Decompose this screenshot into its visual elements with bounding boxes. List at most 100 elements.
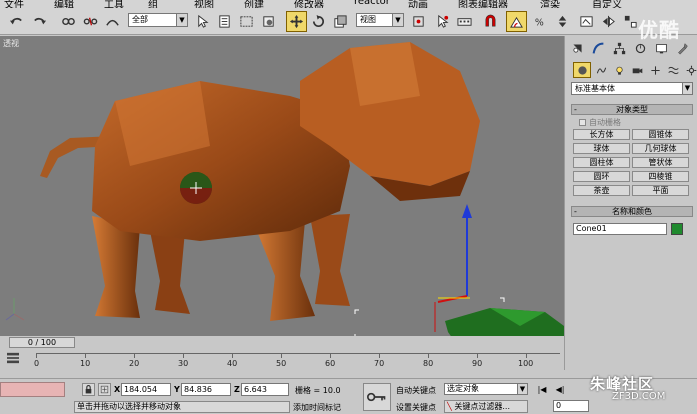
lights-category-icon[interactable]: [610, 62, 628, 78]
hind-leg-front: [150, 231, 190, 314]
bind-space-warp-icon[interactable]: [102, 11, 123, 32]
autogrid-checkbox[interactable]: 自动栅格: [579, 117, 621, 128]
menu-reactor[interactable]: reactor: [354, 0, 390, 7]
go-to-start-icon[interactable]: |◀: [535, 383, 549, 396]
angle-snap-icon[interactable]: [506, 11, 527, 32]
set-key-icon[interactable]: [363, 383, 391, 411]
tick: [379, 353, 380, 358]
create-subcategories: [568, 62, 697, 78]
z-axis-arrow-icon[interactable]: [462, 204, 472, 218]
undo-icon[interactable]: [6, 11, 27, 32]
window-crossing-icon[interactable]: [258, 11, 279, 32]
set-key-button[interactable]: 设置关键点: [396, 402, 436, 413]
tick-label: 70: [374, 359, 385, 368]
cylinder-button[interactable]: 圆柱体: [573, 157, 630, 168]
menu-bar: 文件 编辑 工具 组 视图 创建 修改器 reactor 动画 图表编辑器 渲染…: [0, 0, 697, 8]
tick: [281, 353, 282, 358]
pyramid-button[interactable]: 四棱锥: [632, 171, 689, 182]
create-tab-icon[interactable]: [568, 40, 586, 56]
geometry-type-select[interactable]: 标准基本体 ▼: [571, 82, 693, 95]
object-color-swatch[interactable]: [671, 223, 683, 235]
box-button[interactable]: 长方体: [573, 129, 630, 140]
spacewarps-category-icon[interactable]: [664, 62, 682, 78]
named-selection-icon[interactable]: [576, 11, 597, 32]
torus-button[interactable]: 圆环: [573, 171, 630, 182]
menu-file[interactable]: 文件: [4, 0, 24, 8]
hierarchy-tab-icon[interactable]: [610, 40, 628, 56]
y-coordinate-field[interactable]: 84.836: [181, 383, 231, 396]
tube-button[interactable]: 管状体: [632, 157, 689, 168]
x-coordinate-field[interactable]: 184.054: [121, 383, 171, 396]
select-by-name-icon[interactable]: [214, 11, 235, 32]
helpers-category-icon[interactable]: [646, 62, 664, 78]
auto-key-button[interactable]: 自动关键点: [396, 385, 436, 396]
previous-frame-icon[interactable]: ◀|: [553, 383, 567, 396]
menu-customize[interactable]: 自定义: [592, 0, 622, 8]
snaps-toggle-icon[interactable]: [480, 11, 501, 32]
systems-category-icon[interactable]: [682, 62, 697, 78]
keyboard-shortcut-icon[interactable]: [454, 11, 475, 32]
key-filters-label: 关键点过滤器...: [454, 402, 511, 411]
selection-filter-value: 全部: [132, 15, 148, 24]
world-axis-z: [5, 313, 15, 321]
menu-group[interactable]: 组: [148, 0, 158, 8]
collapse-icon: -: [574, 207, 577, 216]
plane-button[interactable]: 平面: [632, 185, 689, 196]
name-color-title: 名称和颜色: [612, 207, 652, 216]
current-frame-field[interactable]: 0: [553, 400, 589, 412]
redo-icon[interactable]: [29, 11, 50, 32]
teapot-button[interactable]: 茶壶: [573, 185, 630, 196]
maxscript-listener[interactable]: [0, 382, 65, 397]
selection-lock-icon[interactable]: [82, 383, 95, 396]
menu-edit[interactable]: 编辑: [54, 0, 74, 8]
z-coordinate-field[interactable]: 6.643: [241, 383, 289, 396]
key-filters-button[interactable]: ╲ 关键点过滤器...: [444, 400, 528, 413]
add-time-tag[interactable]: 添加时间标记: [293, 402, 341, 413]
rect-selection-icon[interactable]: [236, 11, 257, 32]
object-name-field[interactable]: Cone01: [573, 223, 667, 235]
select-manipulate-icon[interactable]: [432, 11, 453, 32]
spinner-snap-icon[interactable]: [552, 11, 573, 32]
select-and-rotate-icon[interactable]: [308, 11, 329, 32]
sphere-button[interactable]: 球体: [573, 143, 630, 154]
menu-animation[interactable]: 动画: [408, 0, 428, 8]
menu-modifiers[interactable]: 修改器: [294, 0, 324, 8]
name-color-rollout[interactable]: - 名称和颜色: [571, 206, 693, 217]
selection-filter-select[interactable]: 全部 ▼: [128, 13, 188, 27]
absolute-mode-icon[interactable]: [98, 383, 111, 396]
viewport-label[interactable]: 透视: [3, 38, 19, 49]
reference-coord-value: 视图: [360, 15, 376, 24]
track-bar[interactable]: 0 10 20 30 40 50 60 70 80 90 100: [0, 349, 564, 371]
mirror-icon[interactable]: [598, 11, 619, 32]
select-object-icon[interactable]: [192, 11, 213, 32]
time-slider-thumb[interactable]: 0 / 100: [9, 337, 75, 348]
x-axis-line[interactable]: [437, 295, 468, 303]
main-toolbar: 全部 ▼ 视图 ▼ %: [0, 8, 697, 35]
curve-editor-icon[interactable]: [6, 352, 20, 367]
unlink-icon[interactable]: [80, 11, 101, 32]
percent-snap-icon[interactable]: %: [530, 11, 551, 32]
select-link-icon[interactable]: [58, 11, 79, 32]
object-type-rollout[interactable]: - 对象类型: [571, 104, 693, 115]
menu-rendering[interactable]: 渲染: [540, 0, 560, 8]
geometry-category-icon[interactable]: [573, 62, 591, 78]
select-and-move-icon[interactable]: [286, 11, 307, 32]
menu-create[interactable]: 创建: [244, 0, 264, 8]
cone-button[interactable]: 圆锥体: [632, 129, 689, 140]
perspective-viewport[interactable]: 透视: [0, 36, 564, 342]
select-and-scale-icon[interactable]: [330, 11, 351, 32]
reference-coord-select[interactable]: 视图 ▼: [356, 13, 404, 27]
cameras-category-icon[interactable]: [628, 62, 646, 78]
menu-graph-editors[interactable]: 图表编辑器: [458, 0, 508, 8]
shapes-category-icon[interactable]: [592, 62, 610, 78]
youku-watermark: 优酷: [638, 18, 680, 42]
modify-tab-icon[interactable]: [589, 40, 607, 56]
time-slider[interactable]: 0 / 100: [0, 336, 564, 349]
geosphere-button[interactable]: 几何球体: [632, 143, 689, 154]
prompt-line: 单击并拖动以选择并移动对象: [74, 401, 290, 413]
pivot-center-icon[interactable]: [408, 11, 429, 32]
menu-tools[interactable]: 工具: [104, 0, 124, 8]
menu-views[interactable]: 视图: [194, 0, 214, 8]
selection-set-select[interactable]: 选定对象 ▼: [444, 383, 528, 395]
tick: [232, 353, 233, 358]
